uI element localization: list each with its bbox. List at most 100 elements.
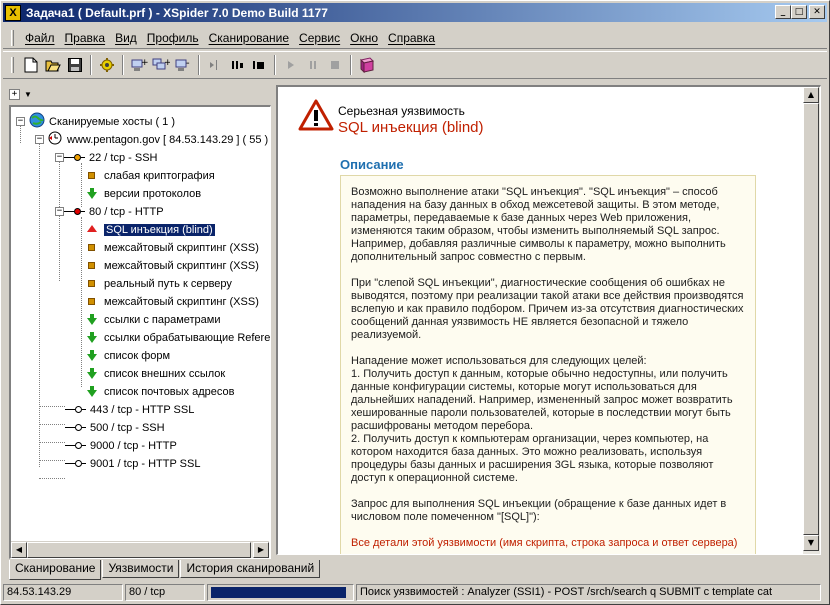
menu-window[interactable]: Окно: [345, 31, 383, 45]
toolbar-grip[interactable]: [11, 57, 14, 73]
port-open-icon: [65, 460, 86, 467]
low-priority-arrow-icon: [87, 332, 97, 343]
expand-all-icon[interactable]: +: [9, 88, 20, 100]
tree-vuln-item[interactable]: ссылки обрабатывающие Referer: [77, 329, 271, 346]
tree-vuln-item[interactable]: список внешних ссылок: [77, 365, 225, 382]
host-tree[interactable]: − Сканируемые хосты ( 1 ) − www.pentagon…: [9, 105, 271, 559]
tree-vuln-item[interactable]: межсайтовый скриптинг (XSS): [77, 257, 259, 274]
tree-port-label: 9000 / tcp - HTTP: [90, 439, 177, 452]
tree-port-label: 500 / tcp - SSH: [90, 421, 165, 434]
tree-port-9000[interactable]: 9000 / tcp - HTTP: [65, 437, 177, 454]
menu-help[interactable]: Справка: [383, 31, 440, 45]
collapse-icon[interactable]: −: [55, 207, 64, 216]
view-tabs: Сканирование Уязвимости История сканиров…: [9, 560, 321, 580]
tree-port-500[interactable]: 500 / tcp - SSH: [65, 419, 165, 436]
tree-vuln-item[interactable]: ссылки с параметрами: [77, 311, 221, 328]
low-priority-arrow-icon: [87, 350, 97, 361]
tree-port-443[interactable]: 443 / tcp - HTTP SSL: [65, 401, 194, 418]
new-icon[interactable]: [20, 54, 42, 76]
svg-text:+: +: [141, 58, 148, 68]
tree-port-22[interactable]: − 22 / tcp - SSH: [55, 149, 157, 166]
book-icon[interactable]: [356, 54, 378, 76]
window-title: Задача1 ( Default.prf ) - XSpider 7.0 De…: [26, 5, 328, 20]
pause2-icon[interactable]: [302, 54, 324, 76]
tab-scan-history[interactable]: История сканирований: [180, 560, 321, 578]
menu-profile[interactable]: Профиль: [142, 31, 204, 45]
scan-settings-icon[interactable]: [96, 54, 118, 76]
scroll-down-icon[interactable]: ▼: [803, 535, 819, 551]
menu-scan[interactable]: Сканирование: [204, 31, 294, 45]
chevron-down-icon[interactable]: ▼: [24, 90, 32, 99]
collapse-icon[interactable]: −: [35, 135, 44, 144]
tree-host[interactable]: − www.pentagon.gov [ 84.53.143.29 ] ( 55…: [35, 131, 268, 148]
tree-vuln-item[interactable]: межсайтовый скриптинг (XSS): [77, 239, 259, 256]
scan-progress-bar: [207, 584, 354, 601]
tree-port-80[interactable]: − 80 / tcp - HTTP: [55, 203, 164, 220]
add-hosts-icon[interactable]: +: [150, 54, 172, 76]
tab-scanning[interactable]: Сканирование: [9, 560, 102, 580]
scroll-right-icon[interactable]: ▶: [253, 542, 269, 558]
remove-host-icon[interactable]: -: [172, 54, 194, 76]
tree-item-label: SQL инъекция (blind): [103, 222, 216, 237]
port-open-icon: [65, 442, 86, 449]
tree-vuln-item[interactable]: версии протоколов: [77, 185, 201, 202]
xspider-app-icon[interactable]: X: [5, 4, 21, 21]
tree-port-label: 22 / tcp - SSH: [89, 151, 158, 164]
menu-edit[interactable]: Правка: [60, 31, 111, 45]
tree-item-label: список форм: [104, 349, 171, 362]
menu-view[interactable]: Вид: [110, 31, 142, 45]
stop-icon[interactable]: [248, 54, 270, 76]
tree-vuln-item[interactable]: список форм: [77, 347, 170, 364]
play-icon[interactable]: [280, 54, 302, 76]
tree-vuln-item-selected[interactable]: SQL инъекция (blind): [77, 221, 216, 238]
tree-host-label: www.pentagon.gov [ 84.53.143.29 ] ( 55 ): [67, 133, 269, 146]
tree-port-9001[interactable]: 9001 / tcp - HTTP SSL: [65, 455, 200, 472]
scroll-left-icon[interactable]: ◀: [11, 542, 27, 558]
tree-vuln-item[interactable]: список почтовых адресов: [77, 383, 234, 400]
pause-icon[interactable]: [226, 54, 248, 76]
vulnerability-severity: Серьезная уязвимость: [338, 104, 465, 118]
tree-vuln-item[interactable]: слабая криптография: [77, 167, 215, 184]
maximize-button[interactable]: □: [791, 5, 807, 19]
add-host-icon[interactable]: +: [128, 54, 150, 76]
tree-item-label: ссылки обрабатывающие Referer: [104, 331, 271, 344]
menu-file[interactable]: Файл: [20, 31, 60, 45]
description-paragraph: Запрос для выполнения SQL инъекции (обра…: [351, 498, 727, 523]
scrollbar-thumb[interactable]: [27, 542, 251, 558]
vulnerability-title: SQL инъекция (blind): [338, 119, 484, 136]
toolbar-separator: [90, 55, 92, 75]
description-box: Возможно выполнение атаки "SQL инъекция"…: [340, 175, 756, 554]
tree-horizontal-scrollbar[interactable]: ◀ ▶: [11, 541, 269, 558]
menubar-grip[interactable]: [11, 29, 14, 46]
tree-root-hosts[interactable]: − Сканируемые хосты ( 1 ): [16, 112, 175, 131]
tree-item-label: межсайтовый скриптинг (XSS): [104, 259, 259, 272]
tree-item-label: ссылки с параметрами: [104, 313, 221, 326]
host-clock-icon: [47, 130, 63, 149]
close-button[interactable]: ✕: [809, 5, 825, 19]
save-icon[interactable]: [64, 54, 86, 76]
start-icon[interactable]: [204, 54, 226, 76]
progress-fill: [211, 587, 346, 598]
svg-text:-: -: [186, 58, 190, 69]
menu-service[interactable]: Сервис: [294, 31, 345, 45]
scrollbar-thumb[interactable]: [803, 103, 819, 535]
open-icon[interactable]: [42, 54, 64, 76]
stop2-icon[interactable]: [324, 54, 346, 76]
tree-toolbar: + ▼: [9, 85, 271, 103]
port-vulnerable-icon: [64, 208, 85, 215]
globe-icon: [29, 112, 45, 131]
collapse-icon[interactable]: −: [16, 117, 25, 126]
scroll-up-icon[interactable]: ▲: [803, 87, 819, 103]
minimize-button[interactable]: _: [775, 5, 791, 19]
vulnerability-detail-panel: Серьезная уязвимость SQL инъекция (blind…: [276, 85, 821, 555]
high-priority-arrow-icon: [87, 224, 97, 232]
tree-vuln-item[interactable]: межсайтовый скриптинг (XSS): [77, 293, 259, 310]
status-message: Поиск уязвимостей : Analyzer (SSI1) - PO…: [356, 584, 821, 601]
tab-vulnerabilities[interactable]: Уязвимости: [102, 560, 180, 578]
tree-item-label: реальный путь к серверу: [104, 277, 232, 290]
toolbar-separator: [350, 55, 352, 75]
collapse-icon[interactable]: −: [55, 153, 64, 162]
tree-vuln-item[interactable]: реальный путь к серверу: [77, 275, 232, 292]
detail-vertical-scrollbar[interactable]: ▲ ▼: [803, 87, 820, 554]
title-bar[interactable]: X Задача1 ( Default.prf ) - XSpider 7.0 …: [3, 3, 827, 22]
